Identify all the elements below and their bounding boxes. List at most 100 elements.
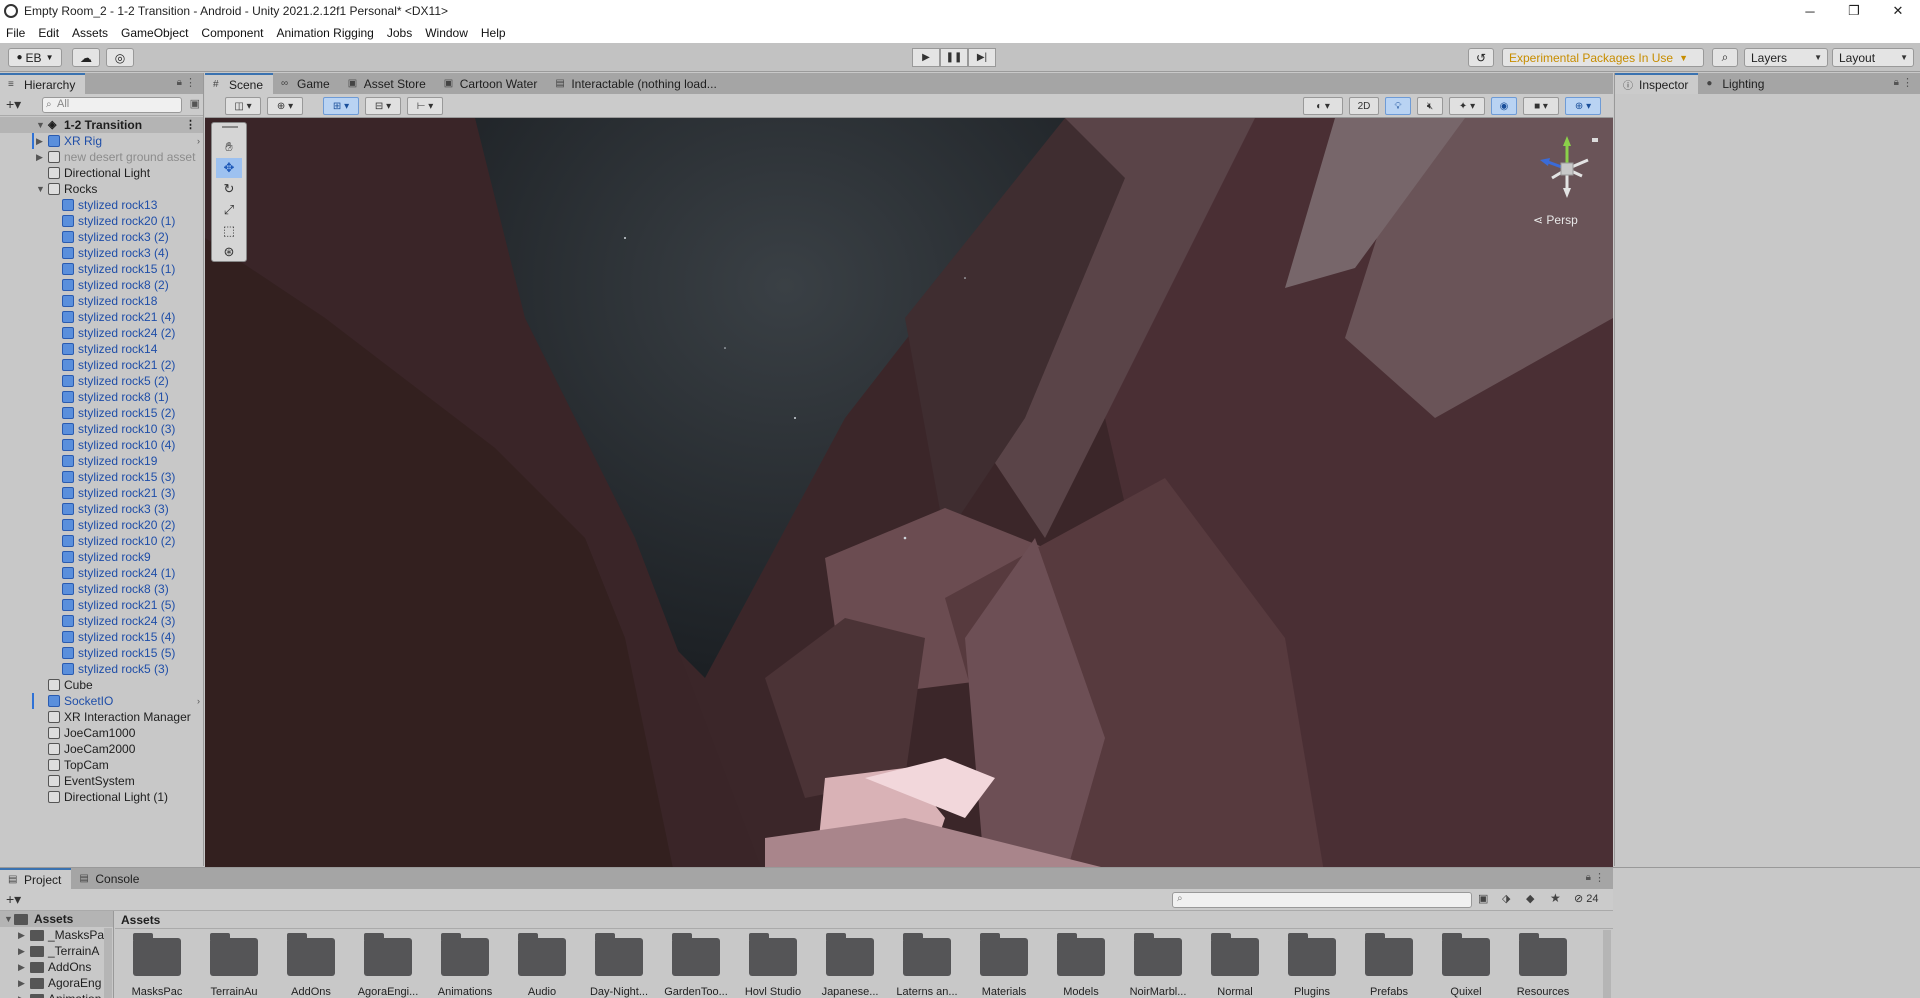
hierarchy-item[interactable]: ▶ new desert ground asset (0, 149, 203, 165)
hierarchy-item[interactable]: stylized rock15 (3) (0, 469, 203, 485)
hierarchy-item[interactable]: ▼ Rocks (0, 181, 203, 197)
hierarchy-item[interactable]: stylized rock21 (5) (0, 597, 203, 613)
hierarchy-item[interactable]: ▶ XR Rig › (0, 133, 203, 149)
asset-folder[interactable]: GardenToo... (654, 930, 728, 998)
asset-folder[interactable]: Materials (962, 930, 1032, 998)
asset-folder[interactable]: Day-Night... (577, 930, 648, 998)
draw-mode-dropdown[interactable]: ◫ ▾ (225, 97, 261, 115)
close-button[interactable]: ✕ (1876, 0, 1920, 22)
fold-closed-icon[interactable]: ▶ (18, 943, 25, 959)
menu-window[interactable]: Window (425, 26, 468, 40)
hierarchy-item[interactable]: stylized rock15 (2) (0, 405, 203, 421)
lock-icon[interactable]: 🔒︎ (177, 77, 182, 88)
experimental-packages-dropdown[interactable]: Experimental Packages In Use ▼ (1502, 48, 1704, 67)
hierarchy-item[interactable]: stylized rock3 (4) (0, 245, 203, 261)
lock-icon[interactable]: 🔒︎ (1894, 77, 1899, 88)
tab-asset-store[interactable]: ▣ Asset Store (340, 73, 436, 94)
perspective-label[interactable]: ⋖ Persp (1533, 213, 1578, 227)
hierarchy-item[interactable]: stylized rock20 (2) (0, 517, 203, 533)
play-button[interactable]: ▶ (912, 48, 940, 67)
fold-closed-icon[interactable]: ▶ (36, 149, 43, 165)
hierarchy-item[interactable]: stylized rock20 (1) (0, 213, 203, 229)
tab-console[interactable]: ▤ Console (71, 868, 149, 889)
fold-closed-icon[interactable]: ▶ (36, 133, 43, 149)
tree-scrollbar[interactable] (104, 928, 112, 998)
layers-dropdown[interactable]: Layers ▼ (1744, 48, 1828, 67)
hierarchy-item[interactable]: stylized rock15 (5) (0, 645, 203, 661)
menu-file[interactable]: File (6, 26, 25, 40)
orientation-gizmo[interactable] (1530, 132, 1605, 207)
asset-folder[interactable]: Laterns an... (885, 930, 958, 998)
hierarchy-item[interactable]: stylized rock3 (2) (0, 229, 203, 245)
asset-folder[interactable]: Hovl Studio (731, 930, 801, 998)
toggle-2d-button[interactable]: 2D (1349, 97, 1379, 115)
asset-folder[interactable]: Plugins (1270, 930, 1340, 998)
asset-folder[interactable]: NoirMarbl... (1116, 930, 1186, 998)
fold-open-icon[interactable]: ▼ (36, 181, 45, 197)
menu-gameobject[interactable]: GameObject (121, 26, 188, 40)
hierarchy-item[interactable]: XR Interaction Manager (0, 709, 203, 725)
ruler-dropdown[interactable]: ⊢ ▾ (407, 97, 443, 115)
collab-button[interactable]: ◎ (106, 48, 134, 67)
gizmos-dropdown[interactable]: ⊕ ▾ (1565, 97, 1601, 115)
menu-animation-rigging[interactable]: Animation Rigging (276, 26, 373, 40)
hierarchy-item[interactable]: SocketIO › (0, 693, 203, 709)
tag-icon[interactable]: ◆ (1526, 892, 1534, 905)
hand-tool[interactable]: ✋︎ (216, 137, 242, 157)
tab-game[interactable]: ∞ Game (273, 73, 340, 94)
effects-dropdown[interactable]: ✦ ▾ (1449, 97, 1485, 115)
hierarchy-item[interactable]: stylized rock24 (2) (0, 325, 203, 341)
asset-folder[interactable]: Normal (1193, 930, 1263, 998)
more-icon[interactable]: ⋮ (185, 117, 196, 133)
hierarchy-item[interactable]: JoeCam1000 (0, 725, 203, 741)
open-prefab-icon[interactable]: › (197, 133, 200, 149)
tree-folder-item[interactable]: ▶ _MasksPa (0, 927, 113, 943)
asset-folder[interactable]: Prefabs (1347, 930, 1417, 998)
hierarchy-search-input[interactable]: ⌕ All (42, 97, 182, 113)
account-dropdown[interactable]: ● EB ▼ (8, 48, 62, 67)
hierarchy-item[interactable]: stylized rock21 (3) (0, 485, 203, 501)
asset-folder[interactable]: Resources (1501, 930, 1571, 998)
more-icon[interactable]: ⋮ (1594, 871, 1605, 884)
history-button[interactable]: ↺ (1468, 48, 1494, 67)
tab-project[interactable]: ▤ Project (0, 868, 72, 889)
scene-viewport[interactable]: ✋︎ ✥ ↻ ⤢ ⬚ ⊛ ⋖ Persp (205, 118, 1613, 868)
asset-folder[interactable]: Models (1039, 930, 1109, 998)
layout-dropdown[interactable]: Layout ▼ (1832, 48, 1914, 67)
move-tool[interactable]: ✥ (216, 158, 242, 178)
hidden-packages-button[interactable]: ⊘ 24 (1574, 892, 1599, 905)
asset-folder[interactable]: TerrainAu (192, 930, 262, 998)
tree-folder-item[interactable]: ▶ AgoraEng (0, 975, 113, 991)
menu-edit[interactable]: Edit (38, 26, 59, 40)
asset-folder[interactable]: MasksPac (115, 930, 185, 998)
tree-folder-item[interactable]: ▶ AddOns (0, 959, 113, 975)
hierarchy-item[interactable]: stylized rock24 (1) (0, 565, 203, 581)
camera-dropdown[interactable]: ■ ▾ (1523, 97, 1559, 115)
assets-scrollbar[interactable] (1603, 930, 1611, 998)
hierarchy-item[interactable]: stylized rock9 (0, 549, 203, 565)
hierarchy-item[interactable]: stylized rock5 (3) (0, 661, 203, 677)
lighting-toggle[interactable]: 💡︎ (1385, 97, 1411, 115)
rotate-tool[interactable]: ↻ (216, 179, 242, 199)
menu-assets[interactable]: Assets (72, 26, 108, 40)
cloud-button[interactable]: ☁ (72, 48, 100, 67)
lock-icon[interactable]: 🔒︎ (1586, 872, 1591, 883)
hierarchy-item[interactable]: stylized rock10 (3) (0, 421, 203, 437)
assets-breadcrumb[interactable]: Assets (115, 911, 1613, 929)
transform-tool[interactable]: ⊛ (216, 242, 242, 262)
menu-jobs[interactable]: Jobs (387, 26, 412, 40)
search-by-type-icon[interactable]: ▣ (1478, 892, 1488, 905)
add-object-button[interactable]: +▾ (6, 96, 21, 113)
hierarchy-item[interactable]: stylized rock21 (4) (0, 309, 203, 325)
hierarchy-item[interactable]: stylized rock8 (2) (0, 277, 203, 293)
favorite-star-icon[interactable]: ★ (1550, 891, 1561, 905)
hierarchy-item[interactable]: stylized rock10 (4) (0, 437, 203, 453)
hierarchy-item[interactable]: stylized rock8 (1) (0, 389, 203, 405)
hierarchy-item[interactable]: stylized rock10 (2) (0, 533, 203, 549)
global-local-dropdown[interactable]: ⊕ ▾ (267, 97, 303, 115)
scene-root[interactable]: ▼ ◈ 1-2 Transition ⋮ (0, 117, 203, 133)
hierarchy-item[interactable]: stylized rock14 (0, 341, 203, 357)
pause-button[interactable]: ❚❚ (940, 48, 968, 67)
hierarchy-item[interactable]: TopCam (0, 757, 203, 773)
tab-inspector[interactable]: ⓘ Inspector (1615, 73, 1699, 94)
